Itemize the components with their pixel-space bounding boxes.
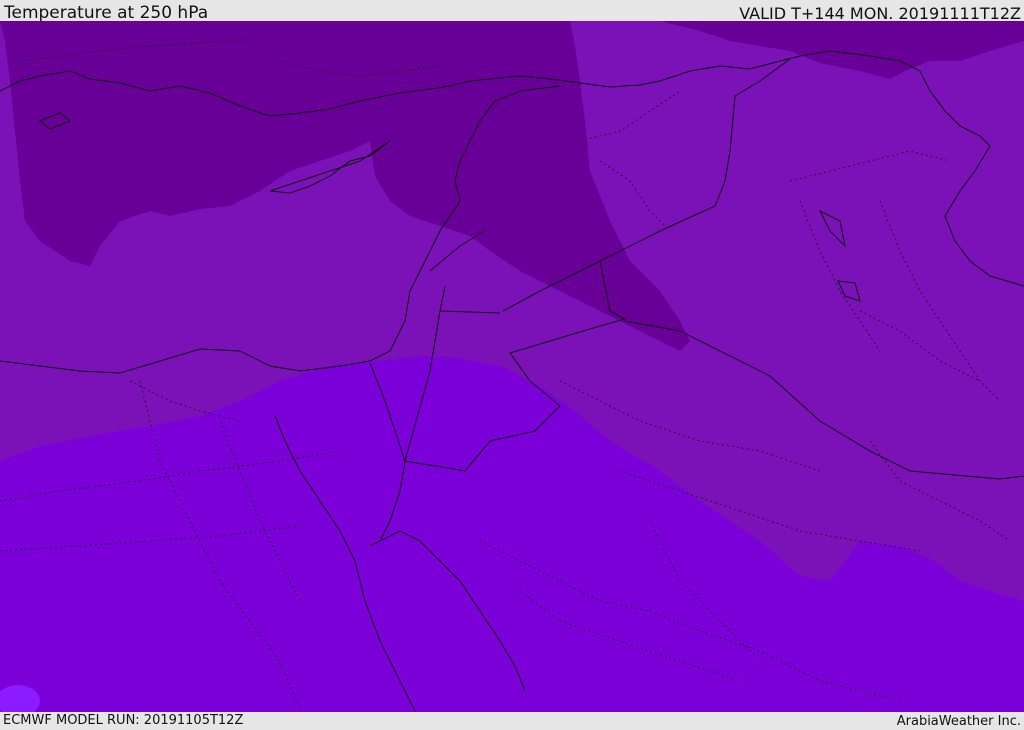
map-canvas	[0, 21, 1024, 712]
credit-label: ArabiaWeather Inc.	[896, 714, 1021, 729]
map-header: Temperature at 250 hPa VALID T+144 MON. …	[0, 0, 1024, 23]
temperature-map[interactable]	[0, 21, 1024, 712]
model-run-label: ECMWF MODEL RUN: 20191105T12Z	[3, 713, 244, 728]
map-footer: ECMWF MODEL RUN: 20191105T12Z ArabiaWeat…	[0, 712, 1024, 729]
map-title: Temperature at 250 hPa	[4, 3, 209, 23]
